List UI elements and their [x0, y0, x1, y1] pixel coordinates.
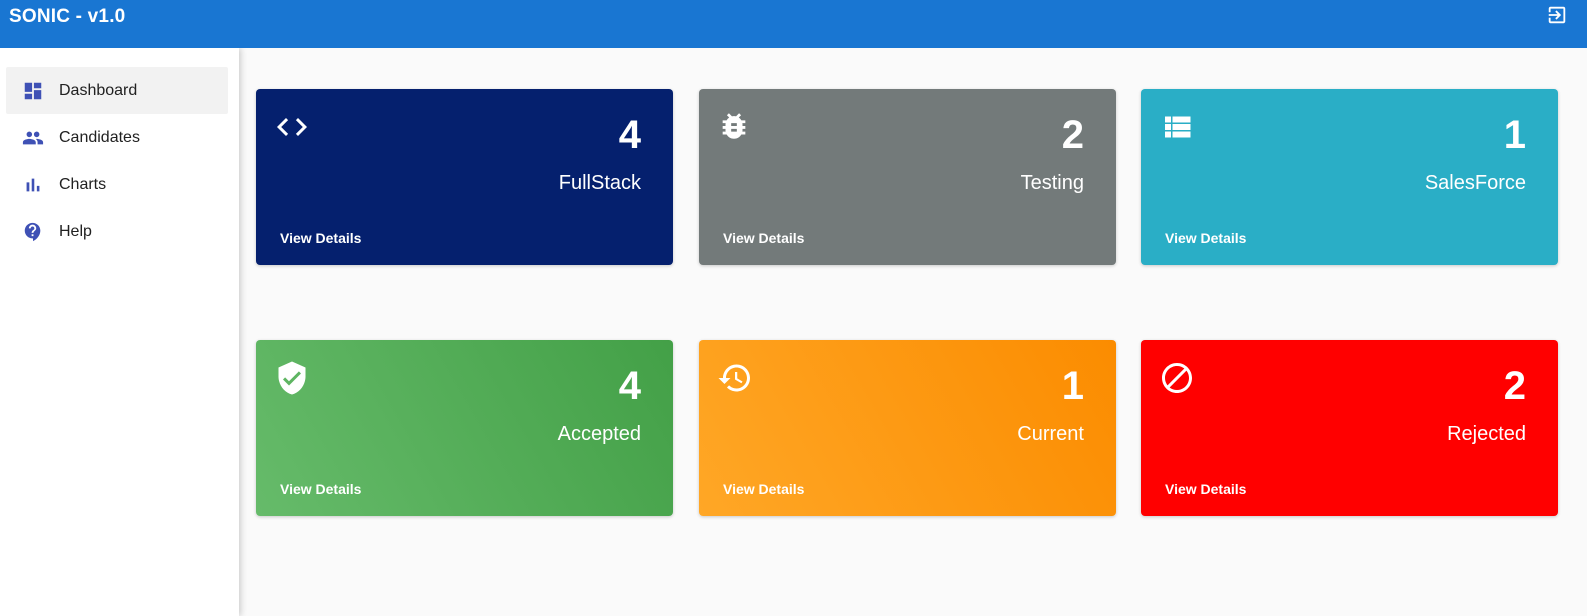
card-label: Testing [1020, 172, 1084, 194]
help-icon [22, 221, 44, 243]
app-title: SONIC - v1.0 [9, 6, 126, 27]
sidebar-item-label: Dashboard [59, 81, 138, 99]
card-rejected: 2 Rejected View Details [1141, 340, 1558, 516]
card-count: 4 [618, 364, 641, 408]
card-label: SalesForce [1424, 172, 1526, 194]
card-label: Current [1017, 423, 1084, 445]
card-label: FullStack [558, 172, 641, 194]
bug-icon [717, 109, 753, 145]
sidebar-item-help[interactable]: Help [6, 208, 228, 255]
bar-chart-icon [22, 174, 44, 196]
card-label: Rejected [1447, 423, 1526, 445]
sidebar-item-label: Help [59, 222, 92, 240]
sidebar: Dashboard Candidates Charts Help [0, 48, 239, 616]
people-icon [22, 127, 44, 149]
card-count: 1 [1503, 113, 1526, 157]
code-icon [274, 109, 310, 145]
exit-icon [1546, 4, 1568, 31]
card-count: 2 [1503, 364, 1526, 408]
card-count: 1 [1061, 364, 1084, 408]
dashboard-main: 4 FullStack View Details 2 Testing View … [240, 48, 1587, 616]
card-count: 4 [618, 113, 641, 157]
dashboard-icon [22, 80, 44, 102]
view-details-link[interactable]: View Details [723, 230, 804, 246]
sidebar-item-dashboard[interactable]: Dashboard [6, 67, 228, 114]
sidebar-item-label: Candidates [59, 128, 140, 146]
card-label: Accepted [557, 423, 641, 445]
card-fullstack: 4 FullStack View Details [256, 89, 673, 265]
sidebar-item-charts[interactable]: Charts [6, 161, 228, 208]
view-details-link[interactable]: View Details [1165, 481, 1246, 497]
view-details-link[interactable]: View Details [280, 230, 361, 246]
card-count: 2 [1061, 113, 1084, 157]
list-icon [1159, 109, 1195, 145]
sidebar-item-label: Charts [59, 175, 107, 193]
sidebar-item-candidates[interactable]: Candidates [6, 114, 228, 161]
history-icon [717, 360, 753, 396]
block-icon [1159, 360, 1195, 396]
card-current: 1 Current View Details [699, 340, 1116, 516]
card-accepted: 4 Accepted View Details [256, 340, 673, 516]
view-details-link[interactable]: View Details [723, 481, 804, 497]
logout-button[interactable] [1545, 5, 1569, 29]
top-app-bar: SONIC - v1.0 [0, 0, 1587, 48]
card-salesforce: 1 SalesForce View Details [1141, 89, 1558, 265]
card-testing: 2 Testing View Details [699, 89, 1116, 265]
verified-shield-icon [274, 360, 310, 396]
view-details-link[interactable]: View Details [280, 481, 361, 497]
view-details-link[interactable]: View Details [1165, 230, 1246, 246]
